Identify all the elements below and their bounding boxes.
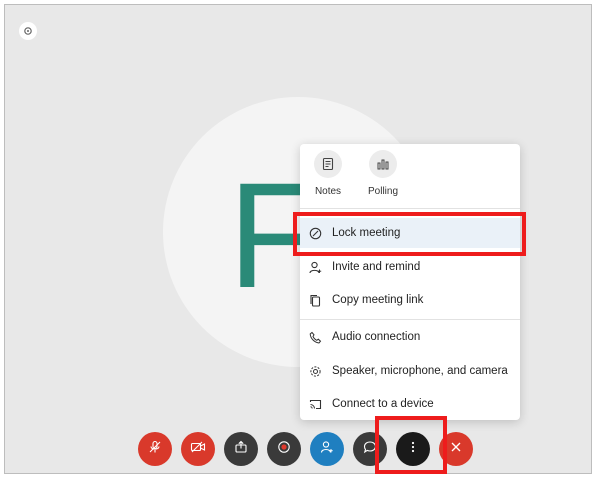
menu-item-lock-meeting[interactable]: Lock meeting (300, 218, 520, 248)
more-dots-icon (410, 440, 416, 459)
notes-icon (314, 150, 342, 178)
video-button[interactable] (181, 432, 215, 466)
record-button[interactable] (267, 432, 301, 466)
polling-action[interactable]: Polling (361, 150, 405, 204)
more-options-menu: Notes Polling Lock meeting Invite and re… (300, 144, 520, 420)
menu-item-copy-meeting-link[interactable]: Copy meeting link (300, 285, 520, 315)
quick-actions-row: Notes Polling (300, 144, 520, 204)
record-icon (277, 440, 291, 459)
video-off-icon (190, 440, 206, 459)
meeting-toolbar (0, 432, 598, 472)
polling-icon (369, 150, 397, 178)
menu-item-connect-to-device[interactable]: Connect to a device (300, 389, 520, 419)
mute-button[interactable] (138, 432, 172, 466)
settings-icon[interactable] (19, 22, 37, 40)
polling-label: Polling (367, 186, 399, 197)
close-icon (449, 440, 463, 459)
notes-action[interactable]: Notes (306, 150, 350, 204)
share-icon (234, 440, 248, 459)
menu-item-label: Speaker, microphone, and camera (332, 365, 508, 377)
menu-item-invite-and-remind[interactable]: Invite and remind (300, 252, 520, 282)
chat-button[interactable] (353, 432, 387, 466)
menu-item-label: Lock meeting (332, 227, 401, 239)
menu-divider (300, 319, 520, 320)
menu-item-label: Connect to a device (332, 398, 434, 410)
menu-item-label: Invite and remind (332, 261, 421, 273)
menu-item-speaker-microphone-camera[interactable]: Speaker, microphone, and camera (300, 356, 520, 386)
menu-item-audio-connection[interactable]: Audio connection (300, 322, 520, 352)
chat-icon (363, 440, 377, 459)
menu-divider (300, 208, 520, 209)
microphone-muted-icon (148, 440, 162, 459)
leave-button[interactable] (439, 432, 473, 466)
menu-item-label: Copy meeting link (332, 294, 424, 306)
gear-icon (308, 364, 322, 378)
copy-icon (308, 293, 322, 307)
lock-icon (308, 226, 322, 240)
cast-icon (308, 397, 322, 411)
more-options-button[interactable] (396, 432, 430, 466)
phone-icon (308, 330, 322, 344)
notes-label: Notes (314, 186, 342, 197)
participants-button[interactable] (310, 432, 344, 466)
menu-item-label: Audio connection (332, 331, 421, 343)
invite-person-icon (308, 260, 322, 274)
participants-icon (320, 440, 334, 459)
share-button[interactable] (224, 432, 258, 466)
